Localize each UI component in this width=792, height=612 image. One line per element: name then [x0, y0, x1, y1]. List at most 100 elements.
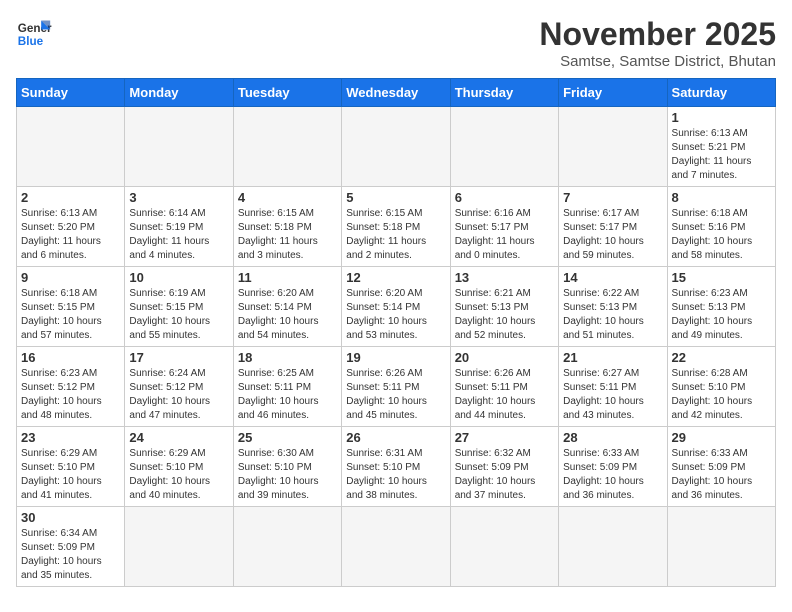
calendar-day-cell: 11Sunrise: 6:20 AM Sunset: 5:14 PM Dayli…: [233, 267, 341, 347]
calendar-day-cell: 9 Sunrise: 6:18 AM Sunset: 5:15 PM Daylig…: [17, 267, 125, 347]
location-subtitle: Samtse, Samtse District, Bhutan: [539, 53, 776, 70]
calendar-day-cell: 4 Sunrise: 6:15 AM Sunset: 5:18 PM Daylig…: [233, 187, 341, 267]
calendar-day-cell: 13 Sunrise: 6:21 AM Sunset: 5:13 PM Dayli…: [450, 267, 558, 347]
day-number: 9: [21, 270, 120, 285]
day-number: 15: [672, 270, 771, 285]
day-number: 5: [346, 190, 445, 205]
day-info: Sunrise: 6:13 AM Sunset: 5:20 PM Dayligh…: [21, 207, 120, 263]
day-number: 13: [455, 270, 554, 285]
calendar-day-cell: [667, 507, 775, 587]
day-info: Sunrise: 6:26 AM Sunset: 5:11 PM Dayligh…: [346, 367, 445, 423]
day-number: 12: [346, 270, 445, 285]
calendar-day-cell: [342, 107, 450, 187]
calendar-day-cell: 24 Sunrise: 6:29 AM Sunset: 5:10 PM Dayli…: [125, 427, 233, 507]
calendar-day-cell: 29 Sunrise: 6:33 AM Sunset: 5:09 PM Dayli…: [667, 427, 775, 507]
day-number: 14: [563, 270, 662, 285]
day-info: Sunrise: 6:15 AM Sunset: 5:18 PM Dayligh…: [238, 207, 337, 263]
day-info: Sunrise: 6:18 AM Sunset: 5:15 PM Dayligh…: [21, 287, 120, 343]
day-header-friday: Friday: [559, 79, 667, 107]
day-number: 2: [21, 190, 120, 205]
day-info: Sunrise: 6:31 AM Sunset: 5:10 PM Dayligh…: [346, 447, 445, 503]
calendar-day-cell: 19 Sunrise: 6:26 AM Sunset: 5:11 PM Dayli…: [342, 347, 450, 427]
calendar-day-cell: 3 Sunrise: 6:14 AM Sunset: 5:19 PM Daylig…: [125, 187, 233, 267]
day-info: Sunrise: 6:16 AM Sunset: 5:17 PM Dayligh…: [455, 207, 554, 263]
day-info: Sunrise: 6:23 AM Sunset: 5:13 PM Dayligh…: [672, 287, 771, 343]
calendar-week-row: 23 Sunrise: 6:29 AM Sunset: 5:10 PM Dayli…: [17, 427, 776, 507]
day-number: 23: [21, 430, 120, 445]
calendar-header-row: SundayMondayTuesdayWednesdayThursdayFrid…: [17, 79, 776, 107]
calendar-day-cell: 23Sunrise: 6:29 AM Sunset: 5:10 PM Dayli…: [17, 427, 125, 507]
calendar-week-row: 1Sunrise: 6:13 AM Sunset: 5:21 PM Daylig…: [17, 107, 776, 187]
calendar-day-cell: [125, 107, 233, 187]
day-info: Sunrise: 6:15 AM Sunset: 5:18 PM Dayligh…: [346, 207, 445, 263]
day-number: 20: [455, 350, 554, 365]
day-number: 24: [129, 430, 228, 445]
day-header-monday: Monday: [125, 79, 233, 107]
day-info: Sunrise: 6:20 AM Sunset: 5:14 PM Dayligh…: [346, 287, 445, 343]
calendar-day-cell: 18Sunrise: 6:25 AM Sunset: 5:11 PM Dayli…: [233, 347, 341, 427]
day-number: 26: [346, 430, 445, 445]
day-info: Sunrise: 6:29 AM Sunset: 5:10 PM Dayligh…: [129, 447, 228, 503]
logo: General Blue: [16, 16, 52, 52]
calendar-day-cell: [125, 507, 233, 587]
day-number: 27: [455, 430, 554, 445]
day-number: 29: [672, 430, 771, 445]
calendar-day-cell: 22 Sunrise: 6:28 AM Sunset: 5:10 PM Dayli…: [667, 347, 775, 427]
calendar-week-row: 16Sunrise: 6:23 AM Sunset: 5:12 PM Dayli…: [17, 347, 776, 427]
day-header-tuesday: Tuesday: [233, 79, 341, 107]
day-info: Sunrise: 6:18 AM Sunset: 5:16 PM Dayligh…: [672, 207, 771, 263]
day-info: Sunrise: 6:14 AM Sunset: 5:19 PM Dayligh…: [129, 207, 228, 263]
calendar-day-cell: [450, 507, 558, 587]
calendar-day-cell: [342, 507, 450, 587]
calendar-day-cell: 10Sunrise: 6:19 AM Sunset: 5:15 PM Dayli…: [125, 267, 233, 347]
calendar-table: SundayMondayTuesdayWednesdayThursdayFrid…: [16, 78, 776, 587]
calendar-day-cell: 5 Sunrise: 6:15 AM Sunset: 5:18 PM Daylig…: [342, 187, 450, 267]
calendar-day-cell: 6Sunrise: 6:16 AM Sunset: 5:17 PM Daylig…: [450, 187, 558, 267]
day-info: Sunrise: 6:30 AM Sunset: 5:10 PM Dayligh…: [238, 447, 337, 503]
calendar-day-cell: [559, 107, 667, 187]
month-title: November 2025: [539, 16, 776, 53]
day-number: 16: [21, 350, 120, 365]
calendar-week-row: 30Sunrise: 6:34 AM Sunset: 5:09 PM Dayli…: [17, 507, 776, 587]
day-header-saturday: Saturday: [667, 79, 775, 107]
day-info: Sunrise: 6:13 AM Sunset: 5:21 PM Dayligh…: [672, 127, 771, 183]
calendar-day-cell: [233, 107, 341, 187]
day-info: Sunrise: 6:27 AM Sunset: 5:11 PM Dayligh…: [563, 367, 662, 423]
day-number: 21: [563, 350, 662, 365]
calendar-day-cell: 12 Sunrise: 6:20 AM Sunset: 5:14 PM Dayli…: [342, 267, 450, 347]
day-info: Sunrise: 6:19 AM Sunset: 5:15 PM Dayligh…: [129, 287, 228, 343]
day-info: Sunrise: 6:21 AM Sunset: 5:13 PM Dayligh…: [455, 287, 554, 343]
calendar-day-cell: 21 Sunrise: 6:27 AM Sunset: 5:11 PM Dayli…: [559, 347, 667, 427]
day-number: 30: [21, 510, 120, 525]
calendar-day-cell: [17, 107, 125, 187]
day-number: 4: [238, 190, 337, 205]
day-number: 7: [563, 190, 662, 205]
day-info: Sunrise: 6:17 AM Sunset: 5:17 PM Dayligh…: [563, 207, 662, 263]
logo-icon: General Blue: [16, 16, 52, 52]
day-info: Sunrise: 6:33 AM Sunset: 5:09 PM Dayligh…: [672, 447, 771, 503]
day-info: Sunrise: 6:26 AM Sunset: 5:11 PM Dayligh…: [455, 367, 554, 423]
calendar-day-cell: [233, 507, 341, 587]
day-number: 8: [672, 190, 771, 205]
calendar-day-cell: 26 Sunrise: 6:31 AM Sunset: 5:10 PM Dayli…: [342, 427, 450, 507]
day-number: 19: [346, 350, 445, 365]
page-header: General Blue November 2025 Samtse, Samts…: [16, 16, 776, 70]
day-info: Sunrise: 6:28 AM Sunset: 5:10 PM Dayligh…: [672, 367, 771, 423]
day-number: 11: [238, 270, 337, 285]
calendar-day-cell: 8 Sunrise: 6:18 AM Sunset: 5:16 PM Daylig…: [667, 187, 775, 267]
calendar-day-cell: 15 Sunrise: 6:23 AM Sunset: 5:13 PM Dayli…: [667, 267, 775, 347]
day-header-wednesday: Wednesday: [342, 79, 450, 107]
title-area: November 2025 Samtse, Samtse District, B…: [539, 16, 776, 70]
day-number: 22: [672, 350, 771, 365]
calendar-day-cell: 27 Sunrise: 6:32 AM Sunset: 5:09 PM Dayli…: [450, 427, 558, 507]
svg-text:Blue: Blue: [18, 35, 44, 48]
calendar-week-row: 2 Sunrise: 6:13 AM Sunset: 5:20 PM Daylig…: [17, 187, 776, 267]
calendar-day-cell: 1Sunrise: 6:13 AM Sunset: 5:21 PM Daylig…: [667, 107, 775, 187]
calendar-day-cell: 28Sunrise: 6:33 AM Sunset: 5:09 PM Dayli…: [559, 427, 667, 507]
day-number: 3: [129, 190, 228, 205]
calendar-day-cell: 17Sunrise: 6:24 AM Sunset: 5:12 PM Dayli…: [125, 347, 233, 427]
day-number: 17: [129, 350, 228, 365]
day-number: 28: [563, 430, 662, 445]
day-info: Sunrise: 6:25 AM Sunset: 5:11 PM Dayligh…: [238, 367, 337, 423]
day-info: Sunrise: 6:32 AM Sunset: 5:09 PM Dayligh…: [455, 447, 554, 503]
